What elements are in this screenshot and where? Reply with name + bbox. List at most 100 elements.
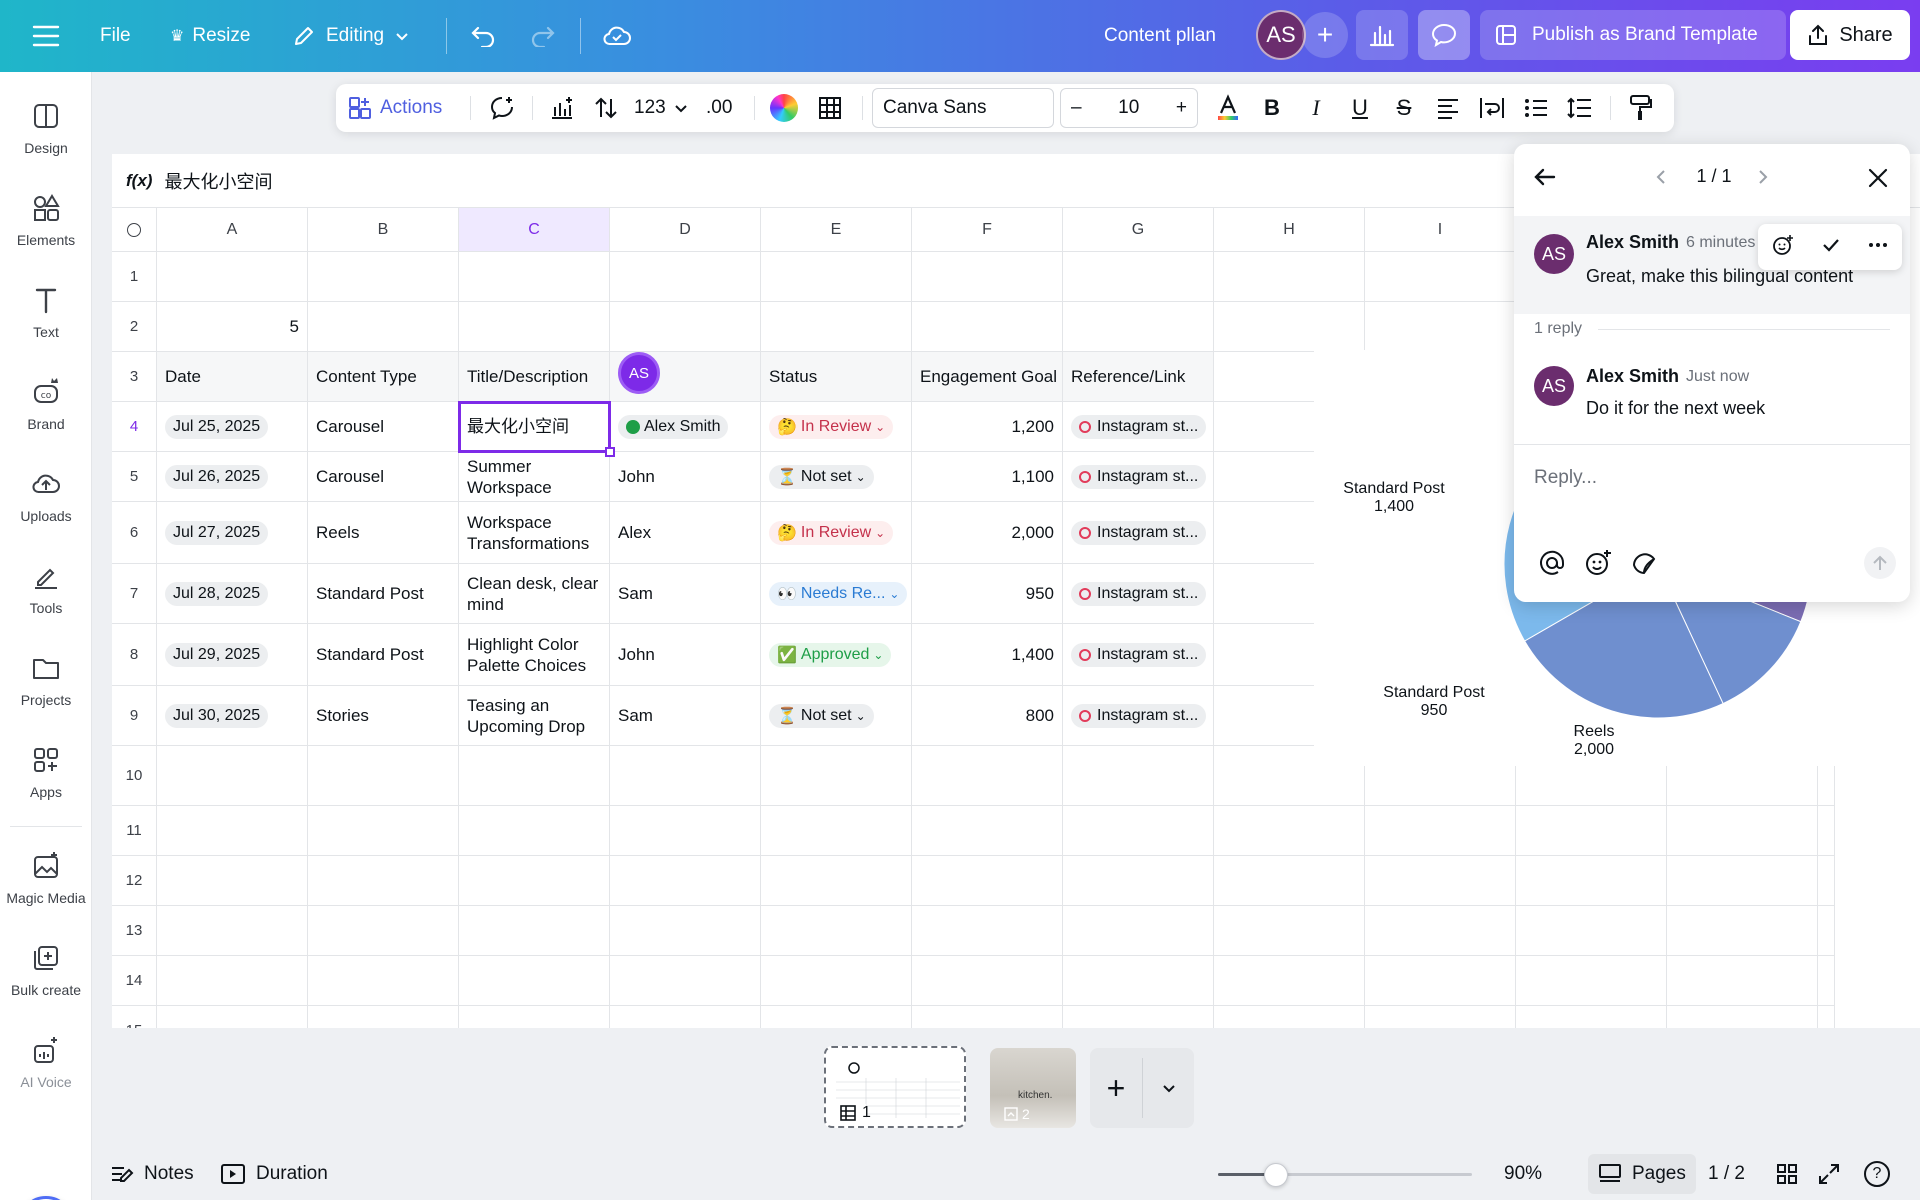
cell[interactable]: [1214, 1006, 1365, 1028]
cell[interactable]: [459, 906, 610, 956]
owner-cell[interactable]: Alex: [610, 502, 761, 564]
cell[interactable]: [308, 806, 459, 856]
cell[interactable]: [610, 856, 761, 906]
cell[interactable]: [761, 252, 912, 302]
cell[interactable]: [308, 746, 459, 806]
row-header-15[interactable]: 15: [112, 1006, 157, 1028]
cell[interactable]: [1214, 856, 1365, 906]
row-header-4[interactable]: 4: [112, 402, 157, 452]
cell[interactable]: [761, 302, 912, 352]
resolve-button[interactable]: [1821, 235, 1841, 260]
reference-link-cell[interactable]: Instagram st...: [1063, 686, 1214, 746]
cell[interactable]: [1818, 806, 1835, 856]
main-menu-button[interactable]: [32, 0, 60, 72]
content-type-cell[interactable]: Stories: [308, 686, 459, 746]
pages-view-button[interactable]: Pages: [1588, 1154, 1696, 1194]
fill-handle[interactable]: [605, 447, 615, 457]
font-family-selector[interactable]: Canva Sans: [872, 88, 1054, 128]
cell[interactable]: [1063, 746, 1214, 806]
cell[interactable]: [1063, 302, 1214, 352]
column-header-f[interactable]: F: [912, 208, 1063, 252]
cell[interactable]: [1667, 956, 1818, 1006]
fullscreen-button[interactable]: [1818, 1148, 1840, 1200]
cell[interactable]: [459, 1006, 610, 1028]
row-header-9[interactable]: 9: [112, 686, 157, 746]
cell[interactable]: [1667, 1006, 1818, 1028]
copy-style-button[interactable]: [1620, 84, 1660, 132]
owner-cell[interactable]: John: [610, 452, 761, 502]
cell[interactable]: [1365, 806, 1516, 856]
cell[interactable]: [1818, 956, 1835, 1006]
cell[interactable]: [1365, 956, 1516, 1006]
underline-button[interactable]: U: [1340, 84, 1380, 132]
file-menu[interactable]: File: [100, 0, 131, 72]
cell[interactable]: [1516, 956, 1667, 1006]
status-cell[interactable]: ⏳ Not set ⌄: [761, 452, 912, 502]
status-badge[interactable]: ⏳ Not set ⌄: [769, 703, 874, 728]
cell[interactable]: [1516, 1006, 1667, 1028]
cell[interactable]: [1365, 302, 1516, 352]
add-chart-button[interactable]: [542, 84, 582, 132]
content-type-cell[interactable]: Standard Post: [308, 624, 459, 686]
cell[interactable]: [1516, 856, 1667, 906]
reply-input[interactable]: Reply...: [1534, 467, 1597, 489]
engagement-goal-cell[interactable]: 950: [912, 564, 1063, 624]
engagement-goal-cell[interactable]: 800: [912, 686, 1063, 746]
next-comment-button[interactable]: [1754, 168, 1772, 191]
row-header-5[interactable]: 5: [112, 452, 157, 502]
undo-button[interactable]: [470, 0, 496, 72]
row-header-7[interactable]: 7: [112, 564, 157, 624]
cell[interactable]: [308, 906, 459, 956]
cell[interactable]: [1365, 906, 1516, 956]
cell[interactable]: [610, 302, 761, 352]
sort-button[interactable]: [586, 84, 626, 132]
add-page-button[interactable]: +: [1090, 1048, 1142, 1128]
page-thumbnail-2[interactable]: kitchen. 2: [990, 1048, 1076, 1128]
status-cell[interactable]: ⏳ Not set ⌄: [761, 686, 912, 746]
status-cell[interactable]: 👀 Needs Re... ⌄: [761, 564, 912, 624]
cell[interactable]: [912, 252, 1063, 302]
cell[interactable]: [459, 956, 610, 1006]
cell[interactable]: [912, 806, 1063, 856]
owner-cell[interactable]: John: [610, 624, 761, 686]
title-cell[interactable]: Clean desk, clear mind: [459, 564, 610, 624]
cell[interactable]: [1214, 252, 1365, 302]
sidebar-item-elements[interactable]: Elements: [0, 192, 92, 248]
more-options-button[interactable]: [1868, 235, 1888, 260]
increase-size-button[interactable]: +: [1176, 97, 1187, 119]
table-header-cell[interactable]: Content Type: [308, 352, 459, 402]
add-reaction-button[interactable]: [1772, 234, 1794, 261]
row-header-13[interactable]: 13: [112, 906, 157, 956]
column-header-e[interactable]: E: [761, 208, 912, 252]
status-badge[interactable]: 🤔 In Review ⌄: [769, 520, 894, 545]
grid-view-button[interactable]: [1776, 1148, 1798, 1200]
content-type-cell[interactable]: Carousel: [308, 402, 459, 452]
cell[interactable]: [308, 1006, 459, 1028]
sidebar-item-design[interactable]: Design: [0, 100, 92, 156]
cell[interactable]: [1063, 906, 1214, 956]
cell[interactable]: [761, 746, 912, 806]
cell[interactable]: [610, 956, 761, 1006]
sidebar-item-ai-voice[interactable]: AI Voice: [0, 1034, 92, 1090]
text-color-button[interactable]: [1208, 84, 1248, 132]
cell[interactable]: [157, 746, 308, 806]
cell[interactable]: [1818, 1006, 1835, 1028]
cell[interactable]: [1063, 856, 1214, 906]
cell[interactable]: [157, 1006, 308, 1028]
font-size-stepper[interactable]: – 10 +: [1060, 88, 1198, 128]
title-cell[interactable]: Teasing an Upcoming Drop: [459, 686, 610, 746]
cell[interactable]: [610, 906, 761, 956]
align-button[interactable]: [1428, 84, 1468, 132]
cell[interactable]: [308, 302, 459, 352]
sidebar-item-bulk-create[interactable]: Bulk create: [0, 942, 92, 998]
title-cell[interactable]: Summer Workspace: [459, 452, 610, 502]
cell[interactable]: [1063, 956, 1214, 1006]
cell[interactable]: [1365, 856, 1516, 906]
status-badge[interactable]: ✅ Approved ⌄: [769, 642, 892, 667]
status-badge[interactable]: 👀 Needs Re... ⌄: [769, 581, 908, 606]
cell[interactable]: [761, 806, 912, 856]
cell[interactable]: [308, 856, 459, 906]
cell[interactable]: [912, 906, 1063, 956]
previous-comment-button[interactable]: [1652, 168, 1670, 191]
italic-button[interactable]: I: [1296, 84, 1336, 132]
